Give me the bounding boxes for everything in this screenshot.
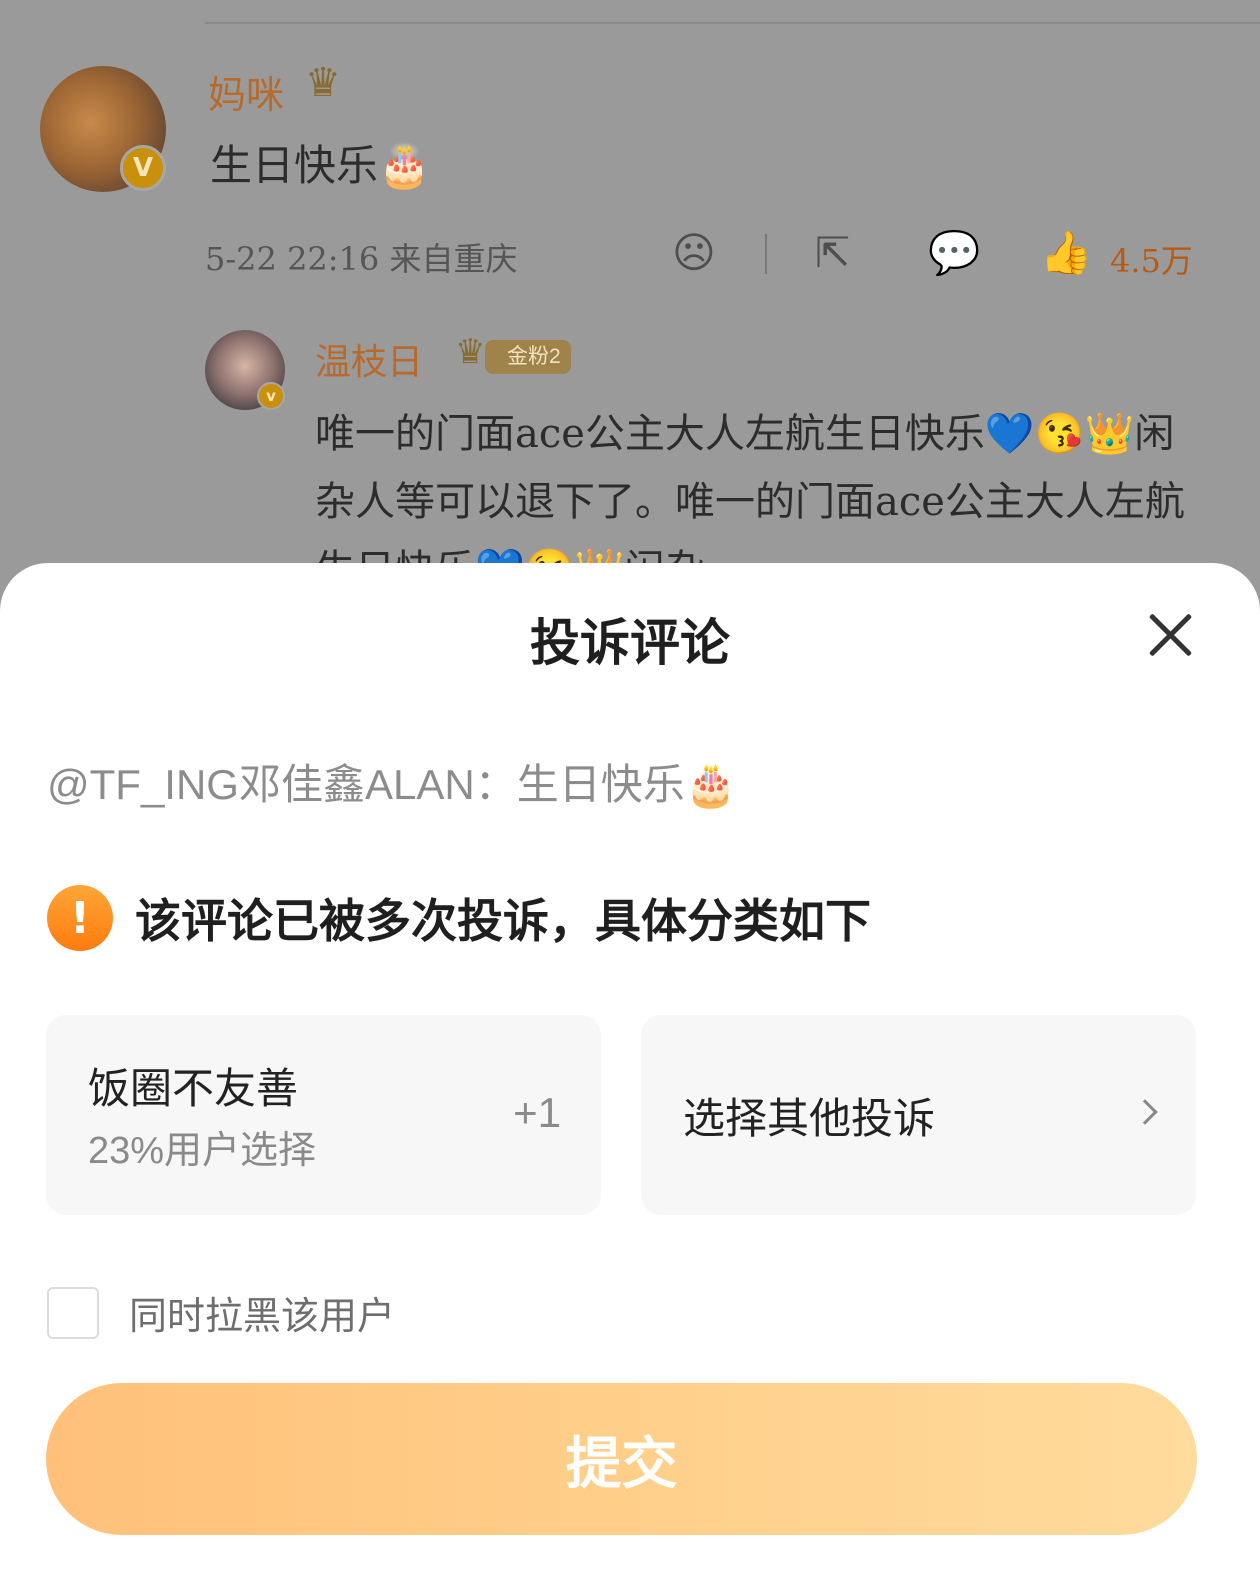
verified-badge-icon: v xyxy=(257,382,285,410)
crown-badge-icon: ♛ xyxy=(305,60,341,106)
warning-icon: ! xyxy=(47,885,113,951)
share-icon[interactable]: ⇱ xyxy=(815,228,850,277)
comment-text: 生日快乐🎂 xyxy=(210,141,431,190)
option-percentage: 23%用户选择 xyxy=(88,1130,317,1172)
report-comment-sheet: 投诉评论 @TF_ING邓佳鑫ALAN：生日快乐🎂 ! 该评论已被多次投诉，具体… xyxy=(0,563,1260,1593)
submit-button[interactable]: 提交 xyxy=(46,1383,1197,1535)
close-icon[interactable] xyxy=(1144,609,1196,661)
divider xyxy=(765,234,767,274)
comment-feed-background: V 妈咪 ♛ 生日快乐🎂 5-22 22:16 来自重庆 ☹ ⇱ 💬 👍 4.5… xyxy=(0,0,1260,620)
sheet-title: 投诉评论 xyxy=(530,614,730,672)
like-icon[interactable]: 👍 xyxy=(1040,228,1092,278)
warning-row: ! 该评论已被多次投诉，具体分类如下 xyxy=(47,885,871,951)
chevron-right-icon xyxy=(1132,1099,1158,1125)
divider xyxy=(205,22,1260,24)
block-user-checkbox[interactable] xyxy=(47,1286,99,1339)
like-count: 4.5万 xyxy=(1110,242,1193,280)
option-plus-one: +1 xyxy=(513,1089,561,1136)
quoted-comment: @TF_ING邓佳鑫ALAN：生日快乐🎂 xyxy=(47,761,737,808)
dislike-icon[interactable]: ☹ xyxy=(672,228,716,277)
warning-text: 该评论已被多次投诉，具体分类如下 xyxy=(135,894,871,948)
report-option-other[interactable]: 选择其他投诉 xyxy=(641,1015,1196,1215)
report-option-top[interactable]: 饭圈不友善 23%用户选择 +1 xyxy=(46,1015,601,1215)
comment-icon[interactable]: 💬 xyxy=(928,228,980,278)
verified-badge-icon: V xyxy=(120,145,166,191)
comment-username[interactable]: 妈咪 xyxy=(208,64,284,119)
crown-badge-icon: ♛ xyxy=(455,332,486,372)
comment-username[interactable]: 温枝日 xyxy=(315,333,423,385)
option-title: 饭圈不友善 xyxy=(88,1064,299,1113)
block-user-row[interactable]: 同时拉黑该用户 xyxy=(47,1285,395,1340)
fan-level-badge: 金粉2 xyxy=(485,340,571,374)
option-title: 选择其他投诉 xyxy=(683,1094,936,1143)
comment-meta: 5-22 22:16 来自重庆 xyxy=(205,240,518,278)
block-user-label: 同时拉黑该用户 xyxy=(129,1294,396,1338)
